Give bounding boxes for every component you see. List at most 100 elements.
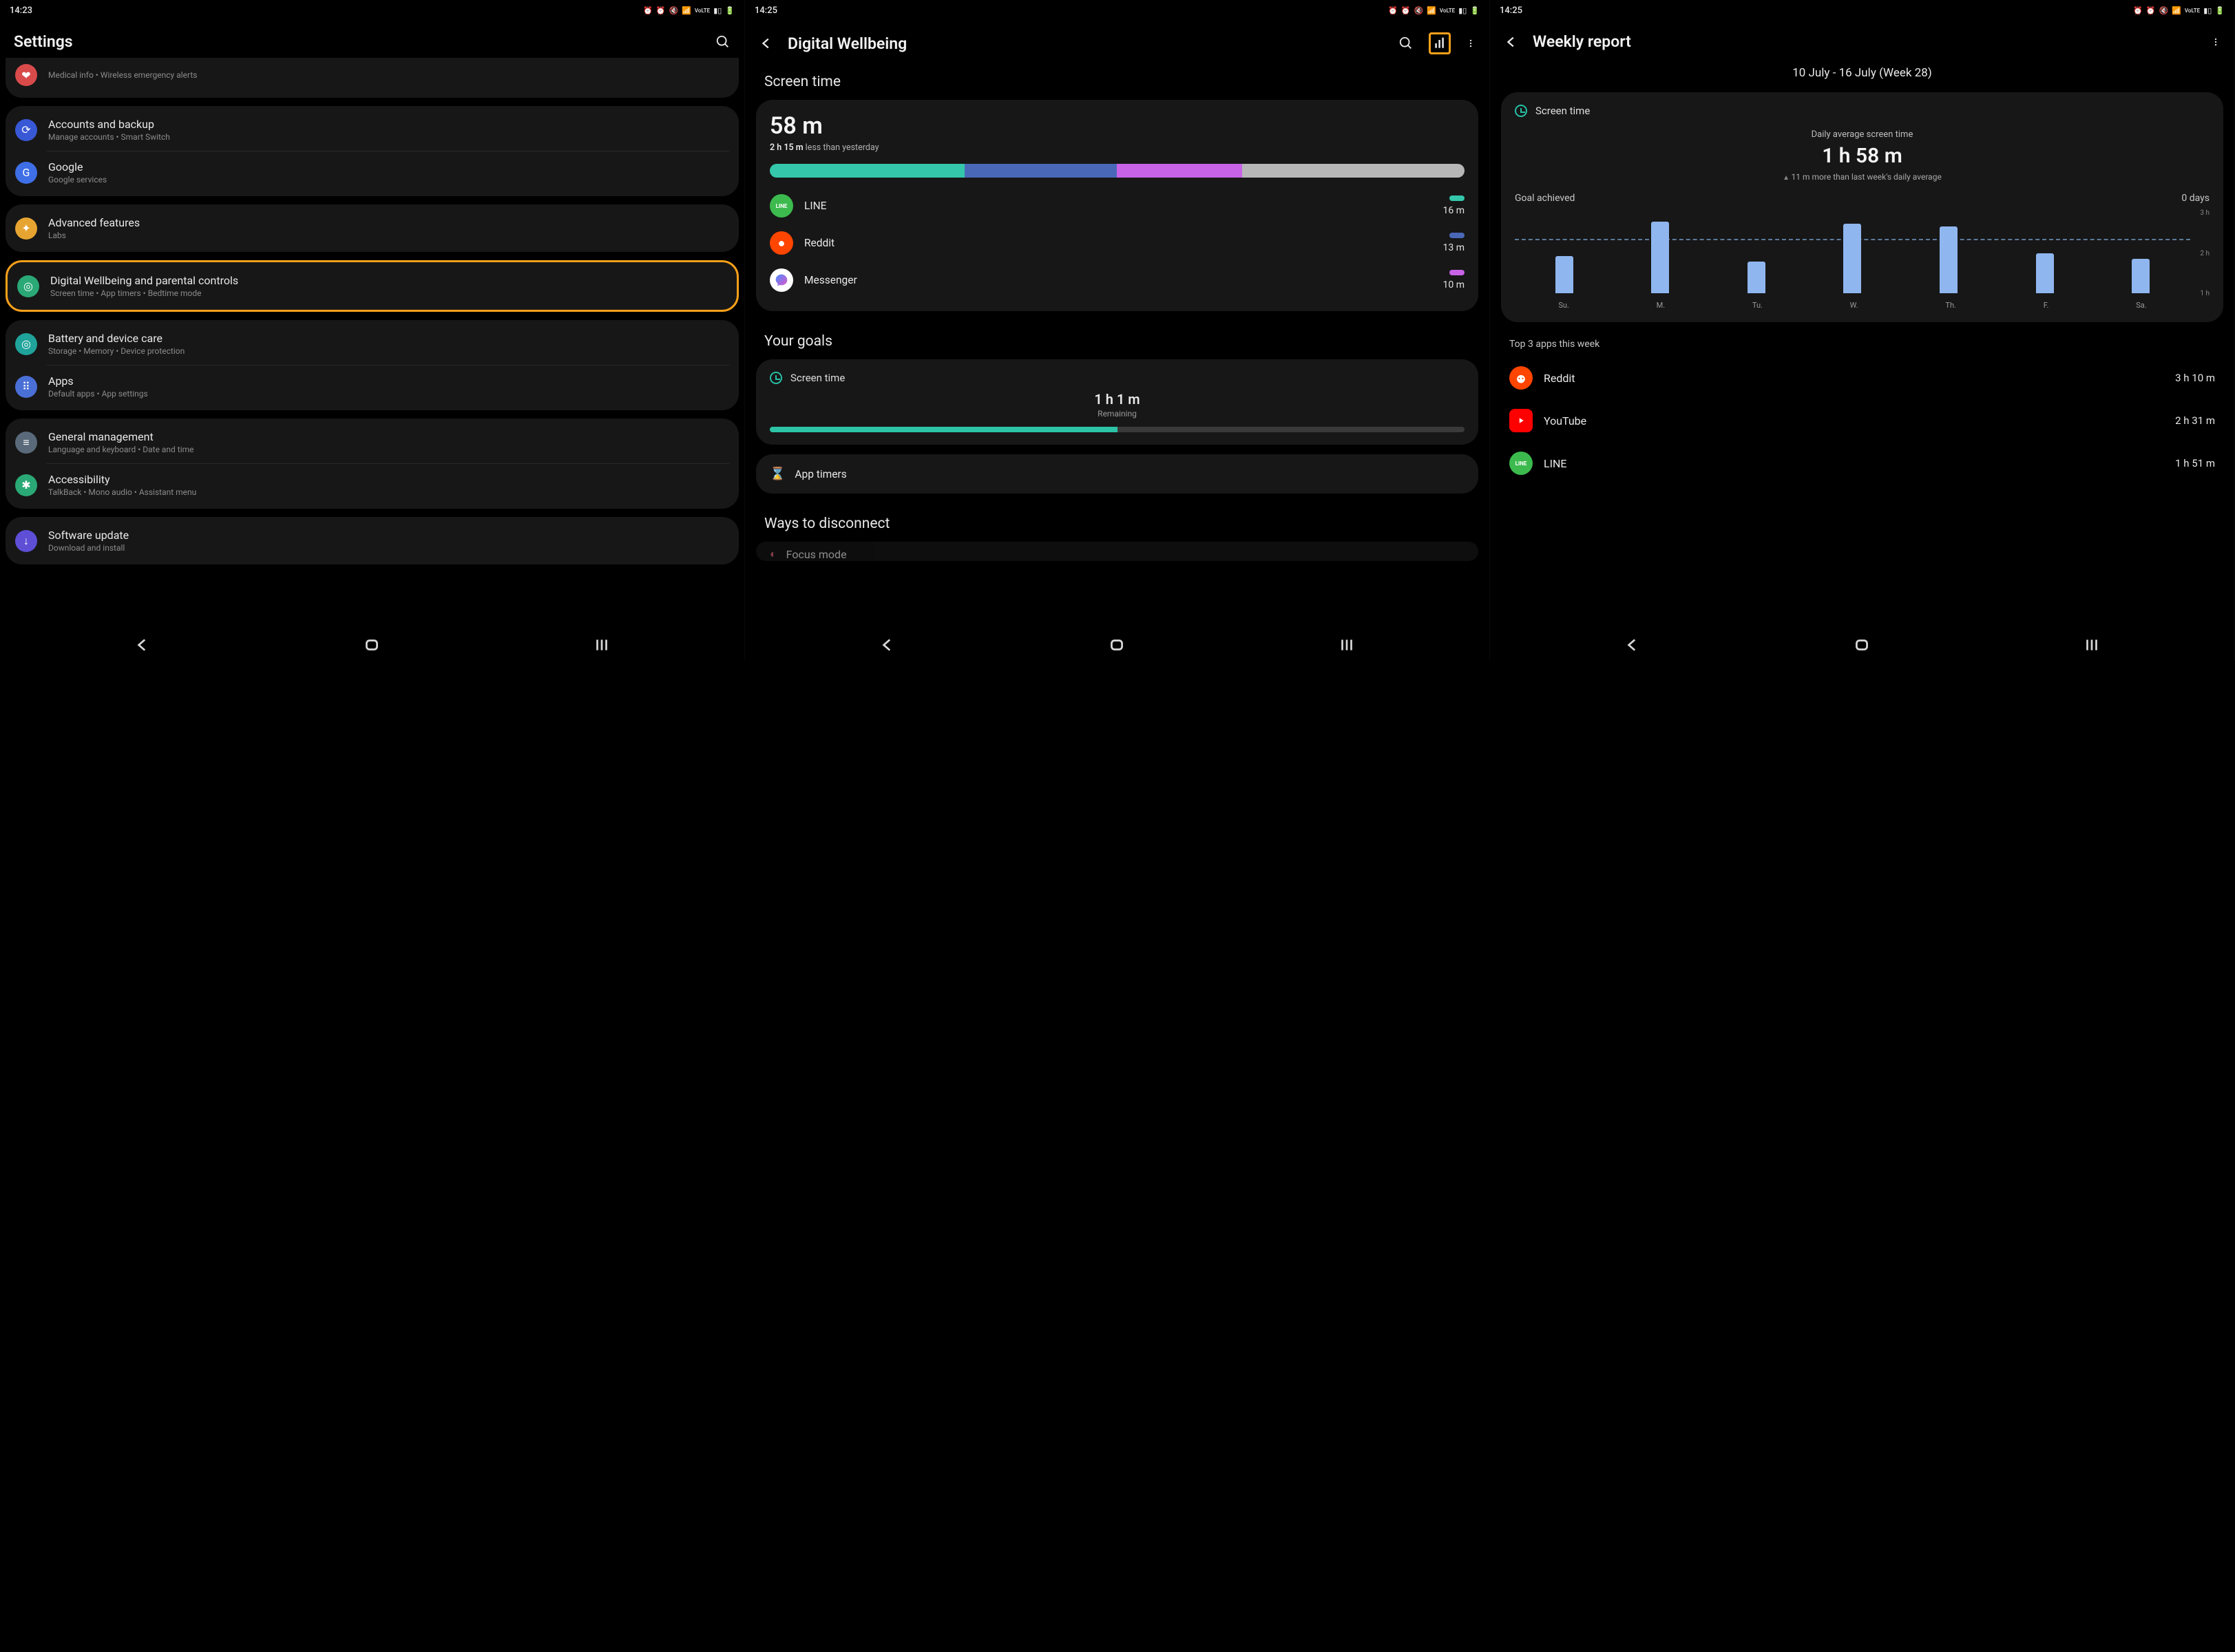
settings-row[interactable]: ⠿ Apps Default apps • App settings (6, 366, 739, 407)
status-icons: ⏰⏰🔇📶VoLTE▮▯🔋 (1388, 6, 1480, 15)
top-app-row[interactable]: LINE LINE 1 h 51 m (1496, 442, 2229, 485)
row-icon: ◎ (15, 333, 37, 355)
clock-icon (1515, 105, 1527, 117)
row-subtitle: Medical info • Wireless emergency alerts (48, 70, 729, 80)
app-timers-card[interactable]: ⌛ App timers (756, 454, 1478, 494)
row-subtitle: Default apps • App settings (48, 389, 729, 399)
app-usage-row[interactable]: Messenger 10 m (770, 262, 1465, 299)
settings-row[interactable]: ◎ Digital Wellbeing and parental control… (8, 265, 737, 307)
settings-row[interactable]: ↓ Software update Download and install (6, 520, 739, 562)
goal-progress (770, 427, 1465, 432)
more-icon[interactable] (1466, 36, 1476, 51)
settings-group: ✦ Advanced features Labs (6, 204, 739, 252)
chart-bar (2036, 253, 2054, 293)
top-app-row[interactable]: Reddit 3 h 10 m (1496, 357, 2229, 399)
nav-recents-icon[interactable] (1338, 636, 1356, 654)
goal-label: Screen time (790, 372, 845, 384)
row-title: Apps (48, 374, 729, 388)
page-title: Settings (14, 32, 702, 51)
app-name: Reddit (1544, 372, 2164, 385)
row-title: Software update (48, 529, 729, 542)
screen-time-card[interactable]: 58 m 2 h 15 m less than yesterday LINE L… (756, 100, 1478, 311)
app-name: YouTube (1544, 414, 2164, 427)
app-timers-label: App timers (795, 468, 846, 480)
goal-achieved-value: 0 days (2181, 193, 2210, 204)
settings-row[interactable]: ✱ Accessibility TalkBack • Mono audio • … (6, 464, 739, 506)
wellbeing-header: Digital Wellbeing (745, 21, 1489, 61)
card-head: Screen time (1515, 105, 2210, 117)
app-icon: LINE (1509, 452, 1533, 475)
settings-row[interactable]: ≡ General management Language and keyboa… (6, 421, 739, 463)
phone-settings: 14:23 ⏰⏰🔇📶VoLTE▮▯🔋 Settings ❤ Medical in… (0, 0, 745, 661)
weekly-header: Weekly report (1490, 21, 2234, 58)
settings-row[interactable]: ✦ Advanced features Labs (6, 207, 739, 249)
nav-back-icon[interactable] (1624, 636, 1641, 654)
search-icon[interactable] (715, 34, 731, 50)
app-duration: 1 h 51 m (2175, 457, 2215, 469)
screen-time-compare: 2 h 15 m less than yesterday (770, 142, 1465, 153)
nav-home-icon[interactable] (1853, 636, 1871, 654)
top-app-row[interactable]: YouTube 2 h 31 m (1496, 399, 2229, 442)
chart-x-label: Su. (1558, 301, 1569, 310)
app-icon (1509, 409, 1533, 432)
app-name: LINE (1544, 457, 2164, 470)
chart-x-label: Tu. (1752, 301, 1763, 310)
focus-mode-card[interactable]: ◐ Focus mode (756, 542, 1478, 561)
settings-row[interactable]: G Google Google services (6, 151, 739, 193)
nav-recents-icon[interactable] (2083, 636, 2101, 654)
back-icon[interactable] (1504, 34, 1519, 50)
row-subtitle: TalkBack • Mono audio • Assistant menu (48, 487, 729, 497)
chart-report-icon[interactable] (1429, 32, 1451, 54)
row-icon: ❤ (15, 64, 37, 86)
row-subtitle: Screen time • App timers • Bedtime mode (50, 288, 727, 298)
row-subtitle: Labs (48, 231, 729, 240)
row-icon: ⟳ (15, 119, 37, 141)
avg-value: 1 h 58 m (1515, 144, 2210, 168)
app-usage-row[interactable]: ● Reddit 13 m (770, 224, 1465, 262)
row-subtitle: Language and keyboard • Date and time (48, 445, 729, 454)
row-icon: ✱ (15, 474, 37, 496)
chart-x-label: F. (2044, 301, 2049, 310)
goal-achieved-row: Goal achieved 0 days (1515, 193, 2210, 204)
settings-row[interactable]: ◎ Battery and device care Storage • Memo… (6, 323, 739, 365)
avg-delta: 11 m more than last week's daily average (1515, 172, 2210, 182)
app-name: Reddit (804, 237, 1432, 249)
nav-home-icon[interactable] (1108, 636, 1126, 654)
settings-row[interactable]: ❤ Medical info • Wireless emergency aler… (6, 58, 739, 95)
weekly-content[interactable]: 10 July - 16 July (Week 28) Screen time … (1490, 58, 2234, 626)
section-screen-time: Screen time (751, 61, 1484, 100)
row-icon: ⠿ (15, 376, 37, 398)
row-title: Google (48, 160, 729, 173)
nav-recents-icon[interactable] (593, 636, 611, 654)
status-icons: ⏰⏰🔇📶VoLTE▮▯🔋 (2133, 6, 2225, 15)
row-subtitle: Download and install (48, 543, 729, 553)
settings-group: ↓ Software update Download and install (6, 517, 739, 564)
app-duration: 2 h 31 m (2175, 414, 2215, 427)
status-time: 14:25 (1500, 6, 1522, 16)
more-icon[interactable] (2211, 34, 2221, 50)
nav-back-icon[interactable] (134, 636, 151, 654)
chart-x-label: M. (1657, 301, 1666, 310)
nav-home-icon[interactable] (363, 636, 381, 654)
wellbeing-content[interactable]: Screen time 58 m 2 h 15 m less than yest… (745, 61, 1489, 626)
weekly-screen-time-card[interactable]: Screen time Daily average screen time 1 … (1501, 92, 2223, 322)
row-icon: ◎ (17, 275, 39, 297)
row-icon: ↓ (15, 530, 37, 552)
usage-segment (965, 164, 1118, 178)
back-icon[interactable] (759, 36, 774, 51)
search-icon[interactable] (1398, 36, 1414, 51)
app-usage-row[interactable]: LINE LINE 16 m (770, 187, 1465, 224)
hourglass-icon: ⌛ (770, 467, 785, 481)
focus-mode-label: Focus mode (786, 548, 847, 561)
settings-group: ≡ General management Language and keyboa… (6, 419, 739, 509)
settings-row[interactable]: ⟳ Accounts and backup Manage accounts • … (6, 109, 739, 151)
phone-weekly-report: 14:25 ⏰⏰🔇📶VoLTE▮▯🔋 Weekly report 10 July… (1490, 0, 2235, 661)
goal-screen-time-card[interactable]: Screen time 1 h 1 m Remaining (756, 359, 1478, 445)
settings-list[interactable]: ❤ Medical info • Wireless emergency aler… (0, 58, 744, 626)
status-bar: 14:25 ⏰⏰🔇📶VoLTE▮▯🔋 (745, 0, 1489, 21)
nav-back-icon[interactable] (879, 636, 896, 654)
chart-y-label: 1 h (2193, 290, 2210, 297)
section-disconnect: Ways to disconnect (751, 503, 1484, 542)
settings-group: ❤ Medical info • Wireless emergency aler… (6, 58, 739, 98)
goal-head: Screen time (770, 372, 1465, 384)
